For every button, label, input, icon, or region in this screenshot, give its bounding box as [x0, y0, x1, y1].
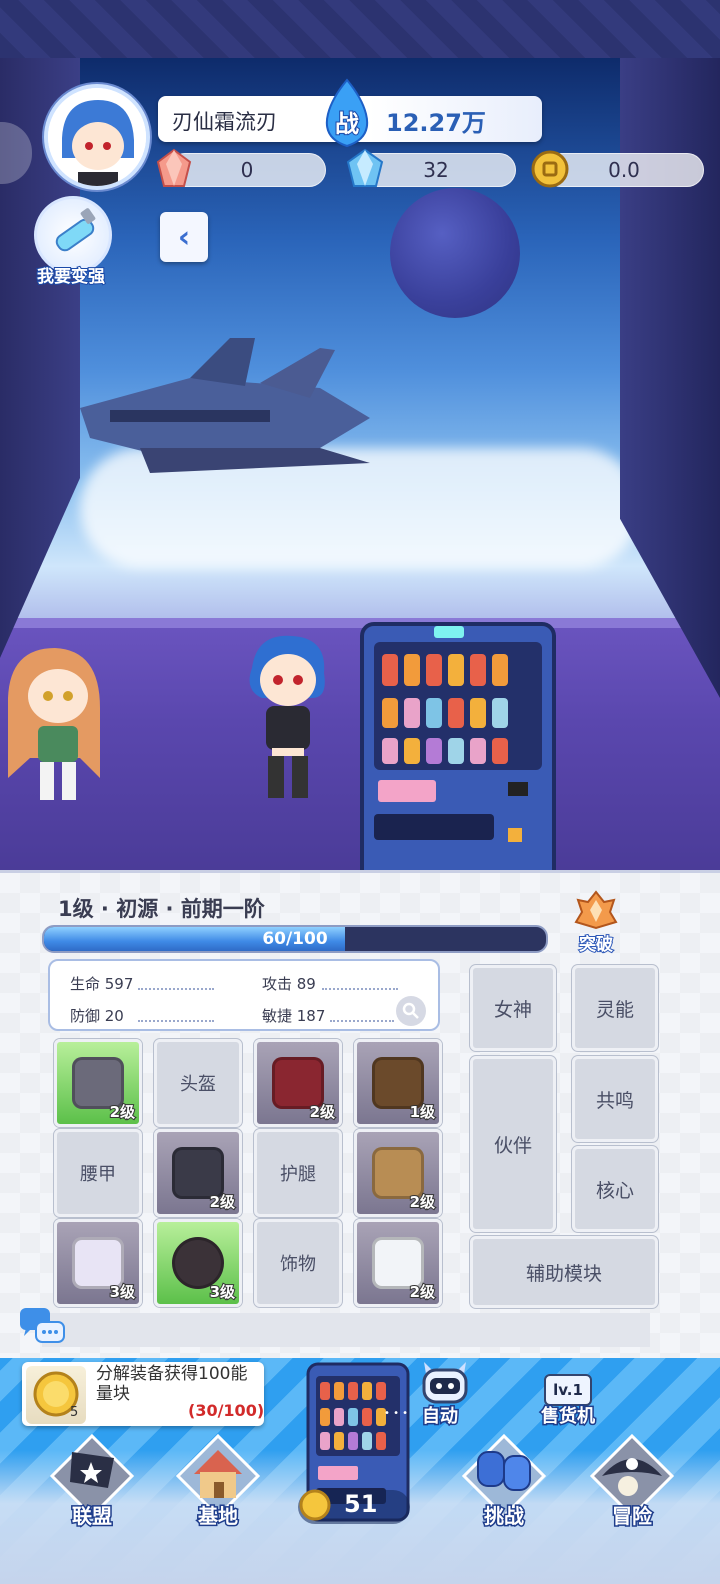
avatar-portrait	[48, 88, 146, 186]
combat-power-value: 12.27万	[386, 109, 486, 137]
aux-module-button[interactable]: 辅助模块	[470, 1236, 658, 1308]
resonance-button[interactable]: 共鸣	[572, 1056, 658, 1142]
equipment-slot-accessory[interactable]: 饰物	[254, 1219, 342, 1307]
equipment-slot-belt[interactable]: 腰甲	[54, 1129, 142, 1217]
equipment-level: 2级	[209, 1192, 236, 1212]
blue-diamond-icon	[346, 148, 384, 187]
equipment-slot-shorts[interactable]: 2级	[354, 1129, 442, 1217]
equipment-slot-label: 护腿	[280, 1164, 316, 1185]
coin-count: 51	[344, 1490, 378, 1518]
power-icon-text: 战	[334, 109, 360, 139]
equipment-level: 2级	[409, 1282, 436, 1302]
stat-divider	[322, 988, 398, 990]
back-button[interactable]: ‹	[160, 212, 208, 262]
stat-def: 防御 20	[70, 1007, 124, 1025]
companion-character[interactable]	[0, 638, 110, 808]
breakthrough-icon[interactable]	[574, 890, 618, 930]
equipment-level: 2级	[309, 1102, 336, 1122]
challenge-label[interactable]: 挑战	[464, 1500, 544, 1530]
chat-icon[interactable]	[18, 1306, 68, 1350]
planet	[390, 188, 520, 318]
equipment-slot-helmet[interactable]: 头盔	[154, 1039, 242, 1127]
equipment-slot-legguard[interactable]: 护腿	[254, 1129, 342, 1217]
quest-reward-count: 5	[70, 1405, 79, 1420]
stat-agi: 敏捷 187	[262, 1007, 326, 1025]
potion-icon	[55, 208, 96, 252]
equipment-slot-pistol[interactable]: 2级	[54, 1039, 142, 1127]
chevron-left-icon: ‹	[177, 219, 191, 255]
auto-dots: • • •	[384, 1408, 409, 1419]
equipment-level: 2级	[409, 1192, 436, 1212]
player-name: 刃仙霜流刃	[172, 110, 277, 134]
equipment-level: 3级	[209, 1282, 236, 1302]
equipment-slot-wing[interactable]: 3级	[54, 1219, 142, 1307]
combat-power-icon: 战	[318, 78, 376, 148]
equipment-slot-label: 头盔	[180, 1074, 216, 1095]
level-title: 1级 · 初源 · 前期一阶	[58, 897, 265, 921]
stat-atk: 攻击 89	[262, 975, 316, 993]
equipment-level: 3级	[109, 1282, 136, 1302]
equipment-slot-label: 饰物	[280, 1254, 316, 1275]
adventure-label[interactable]: 冒险	[592, 1500, 672, 1530]
magnifier-icon	[402, 1002, 419, 1019]
alliance-label[interactable]: 联盟	[52, 1500, 132, 1530]
psionic-button[interactable]: 灵能	[572, 965, 658, 1051]
robot-icon[interactable]	[416, 1356, 474, 1406]
gold-coin-icon	[531, 150, 569, 188]
equipment-slot-ring[interactable]: 3级	[154, 1219, 242, 1307]
stats-detail-button[interactable]	[396, 996, 426, 1026]
equipment-level: 2级	[109, 1102, 136, 1122]
experience-text: 60/100	[262, 929, 328, 949]
goddess-button[interactable]: 女神	[470, 965, 556, 1051]
hero-character[interactable]	[232, 628, 342, 808]
vending-machine[interactable]	[358, 618, 558, 878]
equipment-slot-label: 腰甲	[80, 1164, 116, 1185]
equipment-slot-jacket[interactable]: 2级	[254, 1039, 342, 1127]
base-label[interactable]: 基地	[178, 1500, 258, 1530]
equipment-slot-glove[interactable]: 2级	[154, 1129, 242, 1217]
equipment-slot-uniform[interactable]: 2级	[354, 1219, 442, 1307]
breakthrough-label[interactable]: 突破	[570, 930, 622, 956]
stat-divider	[330, 1020, 394, 1022]
quest-text: 分解装备获得100能量块	[96, 1364, 248, 1404]
equipment-level: 1级	[409, 1102, 436, 1122]
top-status-band	[0, 0, 720, 58]
player-avatar[interactable]	[44, 84, 150, 190]
experience-bar: 60/100	[42, 925, 548, 953]
core-button[interactable]: 核心	[572, 1146, 658, 1232]
equipment-slot-boots[interactable]: 1级	[354, 1039, 442, 1127]
chat-bar[interactable]	[42, 1313, 650, 1347]
gold-coin-icon	[299, 1489, 331, 1521]
partner-button[interactable]: 伙伴	[470, 1056, 556, 1232]
stat-divider	[138, 1020, 214, 1022]
stat-divider	[138, 988, 214, 990]
quest-progress: (30/100)	[188, 1401, 265, 1420]
vending-label[interactable]: 售货机	[530, 1402, 606, 1429]
auto-label[interactable]: 自动	[410, 1402, 470, 1429]
spaceship	[80, 338, 370, 473]
get-stronger-label: 我要变强	[36, 266, 106, 288]
pink-crystal-icon	[156, 148, 192, 187]
stat-hp: 生命 597	[70, 975, 134, 993]
